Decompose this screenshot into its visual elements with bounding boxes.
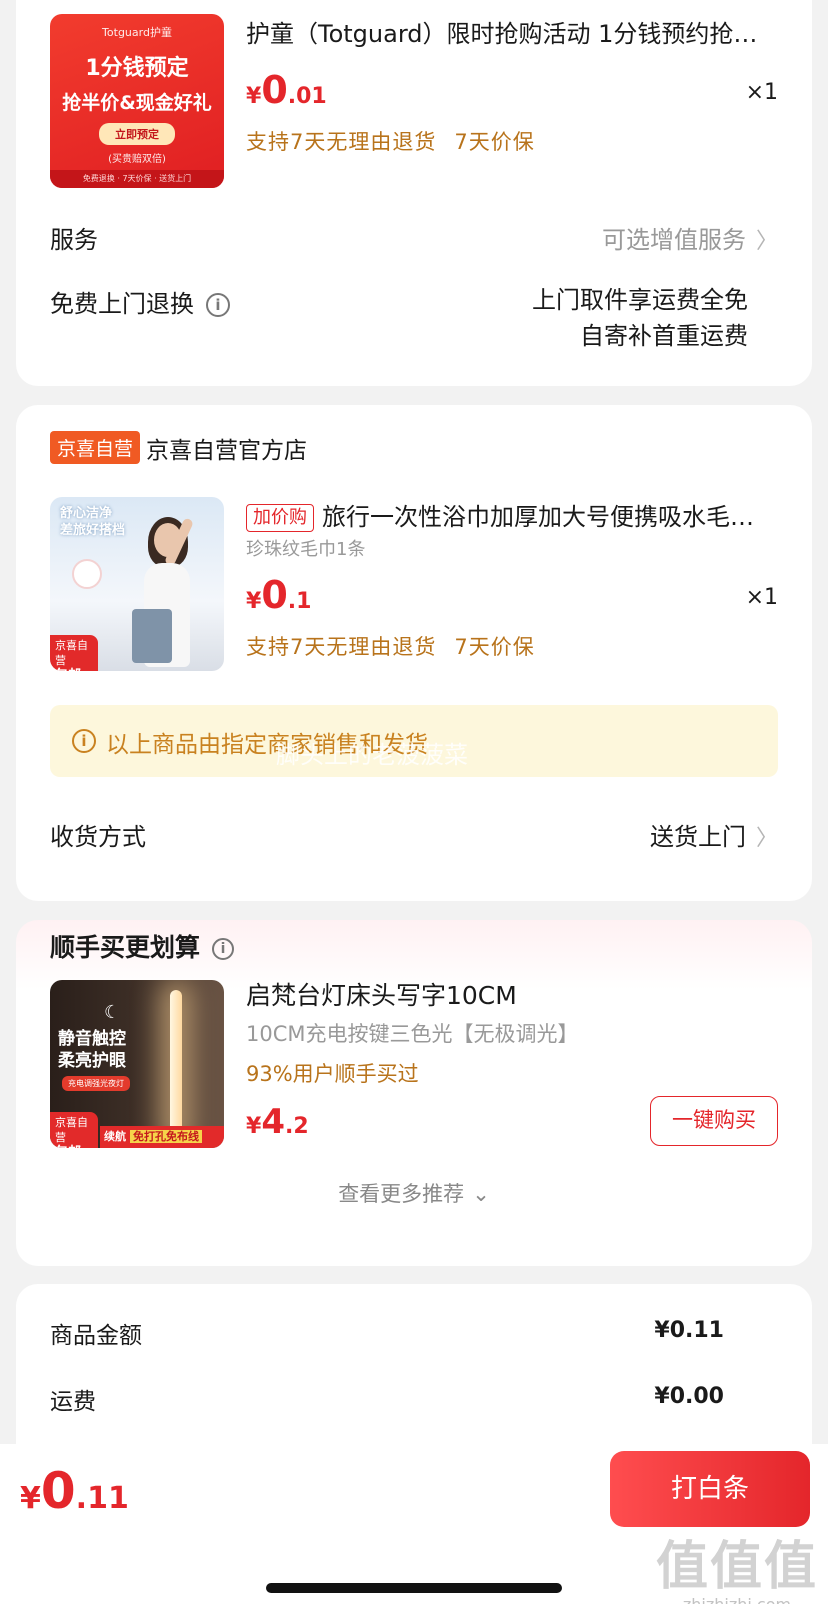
info-icon[interactable]: i [206, 293, 230, 317]
one-click-buy-button[interactable]: 一键购买 [650, 1096, 778, 1146]
thumb-foot: 免费退换 · 7天价保 · 送货上门 [50, 170, 224, 188]
product-title: 旅行一次性浴巾加厚加大号便携吸水毛… [322, 503, 754, 531]
chevron-right-icon: 〉 [755, 826, 778, 851]
thumb-badge-circle [72, 559, 102, 589]
site-watermark: 值值值 zhizhizhi.com [656, 1524, 818, 1604]
product-thumb-towel[interactable]: 舒心洁净 差旅好搭档 京喜自营 包邮 [50, 497, 224, 671]
product-price: ¥0.1 [246, 573, 311, 617]
delivery-option[interactable]: 送货上门〉 [650, 817, 778, 852]
thumb-line2: 柔亮护眼 [58, 1051, 126, 1071]
total-currency: ¥ [20, 1481, 41, 1516]
thumb-tag-line1: 京喜自营 [55, 1116, 88, 1144]
thumb-tag-line2: 包邮 [55, 668, 81, 671]
recommend-section-title: 顺手买更划算 i [50, 928, 235, 964]
free-return-detail: 上门取件享运费全免 自寄补首重运费 [532, 282, 748, 354]
see-more-recommendations[interactable]: 查看更多推荐 ⌄ [16, 1178, 812, 1208]
thumb-sub: (买贵赔双倍) [108, 154, 166, 165]
service-label: 服务 [50, 226, 98, 254]
product-quantity: ×1 [745, 585, 778, 610]
order-card-1: Totguard护童 1分钱预定 抢半价&现金好礼 立即预定 (买贵赔双倍) 免… [16, 0, 812, 386]
thumb-line2: 差旅好搭档 [60, 523, 126, 538]
guarantee-price: 7天价保 [454, 635, 535, 659]
shipping-label: 运费 [50, 1389, 96, 1415]
free-return-line1: 上门取件享运费全免 [532, 286, 748, 314]
thumb-caption: 舒心洁净 差旅好搭档 [60, 505, 125, 539]
product-spec: 珍珠纹毛巾1条 [246, 539, 366, 560]
thumb-line1: 静音触控 [58, 1029, 126, 1049]
thumb-line1: 舒心洁净 [60, 506, 113, 521]
product-thumb-lamp[interactable]: ☾ 静音触控 柔亮护眼 充电调强光夜灯 京喜自营 包邮 续航免打孔免布线 [50, 980, 224, 1148]
price-decimal: .2 [284, 1114, 309, 1139]
thumb-tag: 京喜自营 包邮 [50, 1112, 98, 1148]
price-currency: ¥ [246, 1114, 262, 1139]
info-icon[interactable]: i [212, 938, 235, 960]
price-integer: 0 [261, 68, 288, 112]
delivery-label: 收货方式 [50, 823, 146, 851]
home-indicator[interactable] [266, 1583, 562, 1593]
chevron-right-icon: 〉 [755, 229, 778, 254]
product-title[interactable]: 护童（Totguard）限时抢购活动 1分钱预约抢… [246, 14, 772, 49]
shop-name[interactable]: 京喜自营官方店 [146, 431, 307, 465]
thumb-pill: 充电调强光夜灯 [62, 1076, 130, 1091]
free-return-label: 免费上门退换 [50, 290, 194, 318]
product-price: ¥0.01 [246, 68, 327, 112]
shipping-value: ¥0.00 [654, 1384, 724, 1409]
price-currency: ¥ [246, 589, 262, 614]
thumb-brand: Totguard护童 [102, 26, 172, 39]
recommend-card: 顺手买更划算 i ☾ 静音触控 柔亮护眼 充电调强光夜灯 京喜自营 包邮 续航免打… [16, 920, 812, 1266]
price-integer: 0 [261, 573, 288, 617]
price-currency: ¥ [246, 84, 262, 109]
thumb-tag: 京喜自营 包邮 [50, 635, 98, 671]
recommend-spec: 10CM充电按键三色光【无极调光】 [246, 1022, 579, 1046]
product-thumb-totguard[interactable]: Totguard护童 1分钱预定 抢半价&现金好礼 立即预定 (买贵赔双倍) 免… [50, 14, 224, 188]
thumb-bar-a: 续航 [104, 1130, 126, 1143]
thumb-package [132, 609, 172, 663]
guarantee-return: 支持7天无理由退货 [246, 130, 437, 154]
addon-tag: 加价购 [246, 504, 314, 532]
moon-icon: ☾ [104, 1002, 121, 1023]
baitiao-pay-button[interactable]: 打白条 [610, 1451, 810, 1527]
goods-amount-label: 商品金额 [50, 1323, 142, 1349]
thumb-lamp-bar [170, 990, 182, 1140]
free-return-row: 免费上门退换 i [50, 284, 230, 319]
total-price: ¥0.11 [20, 1462, 129, 1520]
guarantee-row: 支持7天无理由退货 7天价保 [246, 631, 535, 661]
price-decimal: .01 [287, 84, 327, 109]
shop-badge: 京喜自营 [50, 431, 141, 464]
site-watermark-big: 值值值 [655, 1537, 818, 1597]
seller-notice: i 以上商品由指定商家销售和发货 脚头上的老菠菠菜 [50, 705, 778, 777]
product-title-row[interactable]: 加价购 旅行一次性浴巾加厚加大号便携吸水毛… [246, 497, 772, 532]
thumb-bar-b: 免打孔免布线 [130, 1130, 202, 1143]
recommend-percent: 93%用户顺手买过 [246, 1062, 419, 1086]
thumb-button: 立即预定 [99, 123, 175, 145]
product-quantity: ×1 [745, 80, 778, 105]
recommend-title[interactable]: 启梵台灯床头写字10CM [246, 976, 517, 1012]
thumb-line2: 抢半价&现金好礼 [62, 92, 212, 114]
thumb-tag-line1: 京喜自营 [55, 639, 88, 667]
price-integer: 4 [261, 1102, 285, 1142]
checkout-bar: ¥0.11 打白条 值值值 zhizhizhi.com [0, 1444, 828, 1604]
goods-amount-value: ¥0.11 [654, 1318, 724, 1343]
guarantee-row: 支持7天无理由退货 7天价保 [246, 126, 535, 156]
thumb-tag-line2: 包邮 [55, 1145, 81, 1148]
price-decimal: .1 [287, 589, 312, 614]
recommend-price: ¥4.2 [246, 1102, 309, 1142]
total-decimal: .11 [75, 1481, 129, 1516]
info-icon: i [72, 729, 96, 753]
delivery-value: 送货上门 [649, 823, 746, 851]
chevron-down-icon: ⌄ [472, 1182, 490, 1206]
order-card-2: 京喜自营 京喜自营官方店 舒心洁净 差旅好搭档 京喜自营 包邮 加价购旅行一次性… [16, 405, 812, 901]
thumb-caption: 静音触控 柔亮护眼 [58, 1028, 126, 1072]
see-more-label: 查看更多推荐 [338, 1182, 465, 1206]
thumb-feature-bar: 续航 免打孔免布线 [100, 1126, 224, 1148]
guarantee-return: 支持7天无理由退货 [246, 635, 437, 659]
watermark-text: 脚头上的老菠菠菜 [276, 741, 468, 769]
service-value: 可选增值服务 [601, 226, 746, 254]
service-option[interactable]: 可选增值服务〉 [602, 220, 778, 255]
guarantee-price: 7天价保 [454, 130, 535, 154]
total-integer: 0 [40, 1462, 76, 1520]
thumb-line1: 1分钱预定 [85, 56, 189, 81]
free-return-line2: 自寄补首重运费 [580, 322, 748, 350]
section-title-text: 顺手买更划算 [50, 933, 201, 962]
